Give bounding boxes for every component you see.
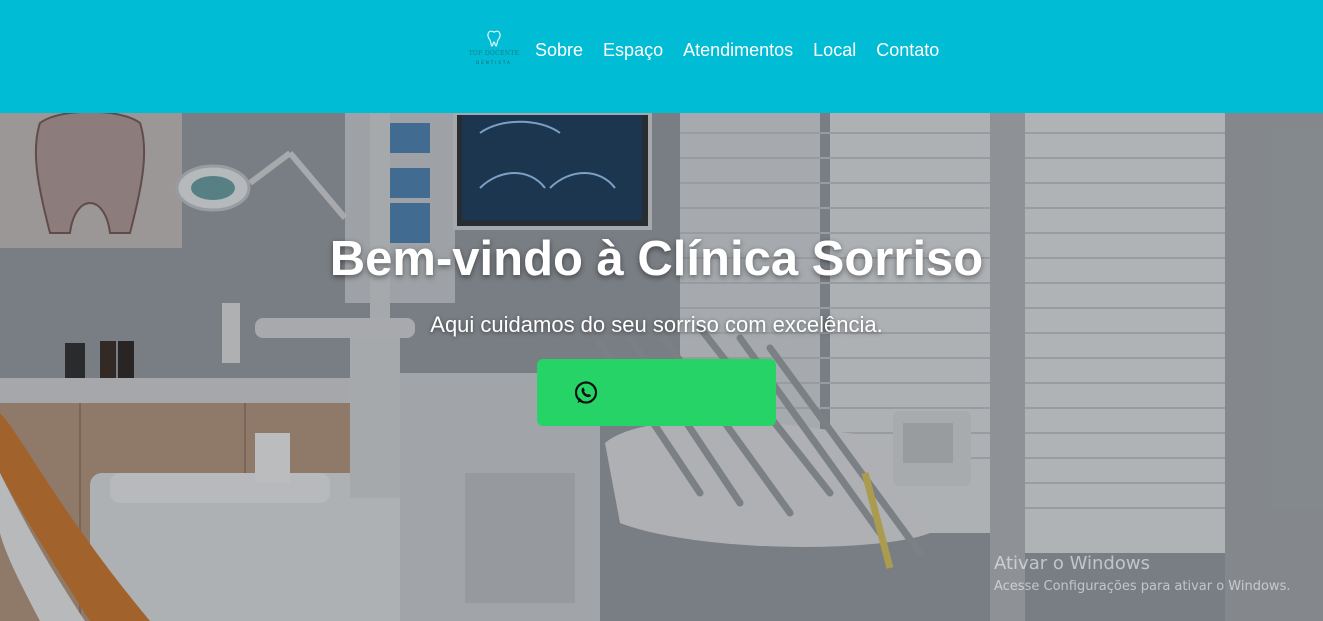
nav-link-atendimentos[interactable]: Atendimentos: [683, 40, 793, 61]
nav-link-espaco[interactable]: Espaço: [603, 40, 663, 61]
clinic-logo[interactable]: TOP DOCENTE DENTISTA: [463, 29, 525, 71]
hero-title: Bem-vindo à Clínica Sorriso: [329, 232, 984, 286]
main-nav: TOP DOCENTE DENTISTA Sobre Espaço Atendi…: [463, 26, 959, 74]
nav-link-contato[interactable]: Contato: [876, 40, 939, 61]
tooth-icon: [487, 30, 501, 47]
watermark-title: Ativar o Windows: [994, 553, 1150, 574]
nav-link-sobre[interactable]: Sobre: [535, 40, 583, 61]
whatsapp-button[interactable]: [537, 359, 776, 426]
site-header: TOP DOCENTE DENTISTA Sobre Espaço Atendi…: [0, 0, 1323, 113]
whatsapp-icon: [574, 381, 598, 404]
logo-name: TOP DOCENTE: [468, 50, 520, 57]
nav-link-local[interactable]: Local: [813, 40, 856, 61]
logo-subtitle: DENTISTA: [476, 60, 512, 65]
watermark-subtitle: Acesse Configurações para ativar o Windo…: [994, 579, 1291, 594]
hero-subtitle: Aqui cuidamos do seu sorriso com excelên…: [430, 312, 883, 337]
hero-section: Bem-vindo à Clínica Sorriso Aqui cuidamo…: [0, 113, 1323, 621]
windows-activation-watermark: Ativar o Windows Acesse Configurações pa…: [994, 553, 1290, 594]
